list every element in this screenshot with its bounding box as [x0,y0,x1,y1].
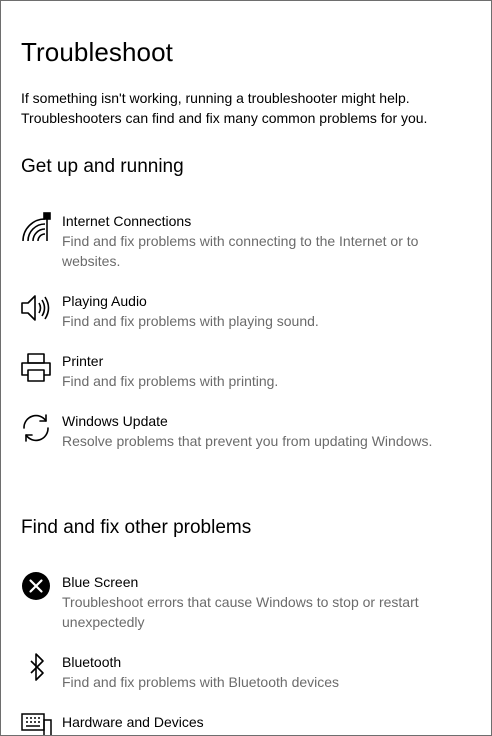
item-name: Playing Audio [62,293,147,309]
error-x-icon [19,572,53,606]
item-name: Blue Screen [62,574,139,590]
item-name: Bluetooth [62,654,122,670]
keyboard-device-icon [19,712,53,735]
item-description: Troubleshoot errors that cause Windows t… [62,594,419,630]
item-description: Find and fix problems with printing. [62,373,279,389]
item-description: Find and fix problems with Bluetooth dev… [62,674,340,690]
item-name: Internet Connections [62,213,192,229]
item-description: Resolve problems that prevent you from u… [62,433,433,449]
item-description: Find and fix problems with playing sound… [62,313,319,329]
page-title: Troubleshoot [21,37,173,67]
section-heading-find-and-fix-other-problems: Find and fix other problems [21,517,252,538]
item-name: Hardware and Devices [62,714,204,730]
item-name: Printer [62,353,104,369]
network-icon [19,211,53,245]
sync-icon [19,411,53,445]
item-name: Windows Update [62,413,168,429]
bluetooth-icon [19,652,53,686]
printer-icon [19,351,53,385]
speaker-icon [19,291,53,325]
page-description: If something isn't working, running a tr… [21,90,428,126]
section-heading-get-up-and-running: Get up and running [21,156,184,177]
troubleshoot-page: Troubleshoot If something isn't working,… [0,0,492,736]
item-description: Find and fix problems with connecting to… [62,233,419,269]
